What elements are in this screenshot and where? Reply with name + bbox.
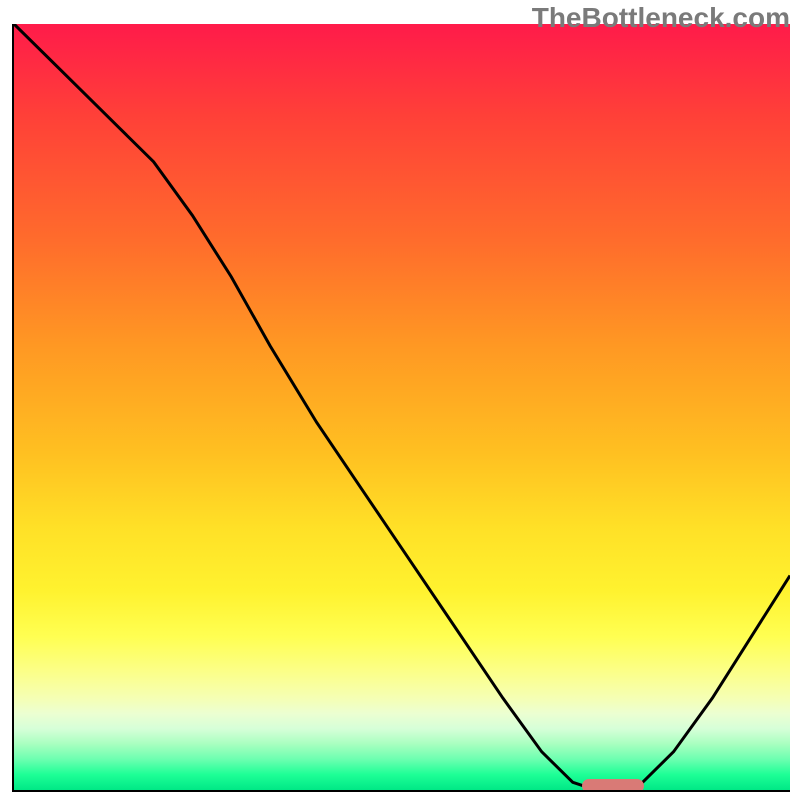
bottleneck-curve (14, 24, 790, 790)
chart-plot-area (12, 24, 790, 792)
watermark-text: TheBottleneck.com (532, 2, 790, 34)
optimal-range-marker (582, 779, 644, 792)
